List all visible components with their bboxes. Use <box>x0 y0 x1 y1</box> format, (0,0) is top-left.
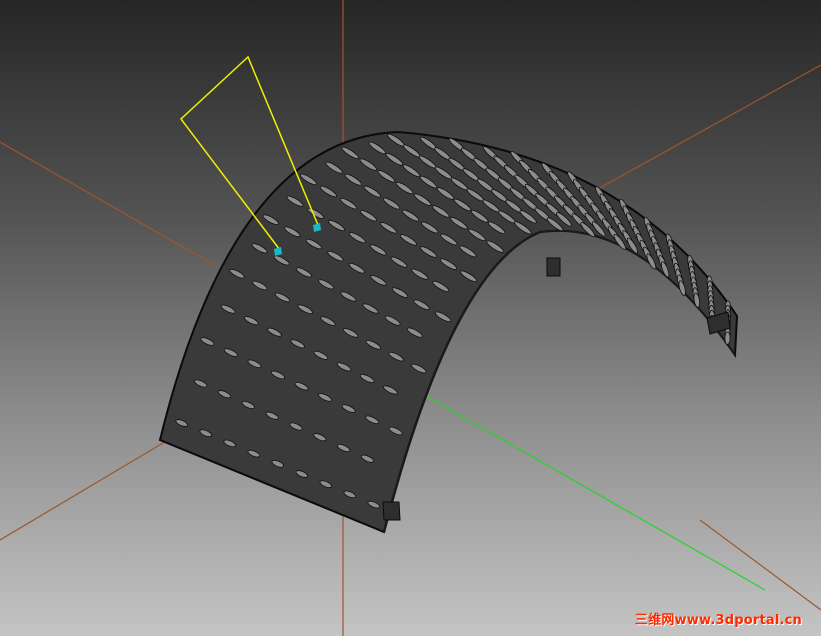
perforated-arch-screen[interactable] <box>158 130 739 534</box>
axis-lower-right-segment <box>699 519 821 611</box>
axis-left-segment <box>0 141 229 274</box>
tab-bracket-front[interactable] <box>382 501 401 521</box>
cad-viewport[interactable]: 三维网www.3dportal.cn <box>0 0 821 636</box>
axis-lower-left-segment <box>0 439 169 541</box>
watermark-text: 三维网www.3dportal.cn <box>634 613 802 628</box>
axis-right-segment <box>588 64 821 195</box>
slot-hole <box>724 331 731 345</box>
model-scene[interactable] <box>0 0 821 636</box>
tab-bracket-back[interactable] <box>546 257 561 277</box>
